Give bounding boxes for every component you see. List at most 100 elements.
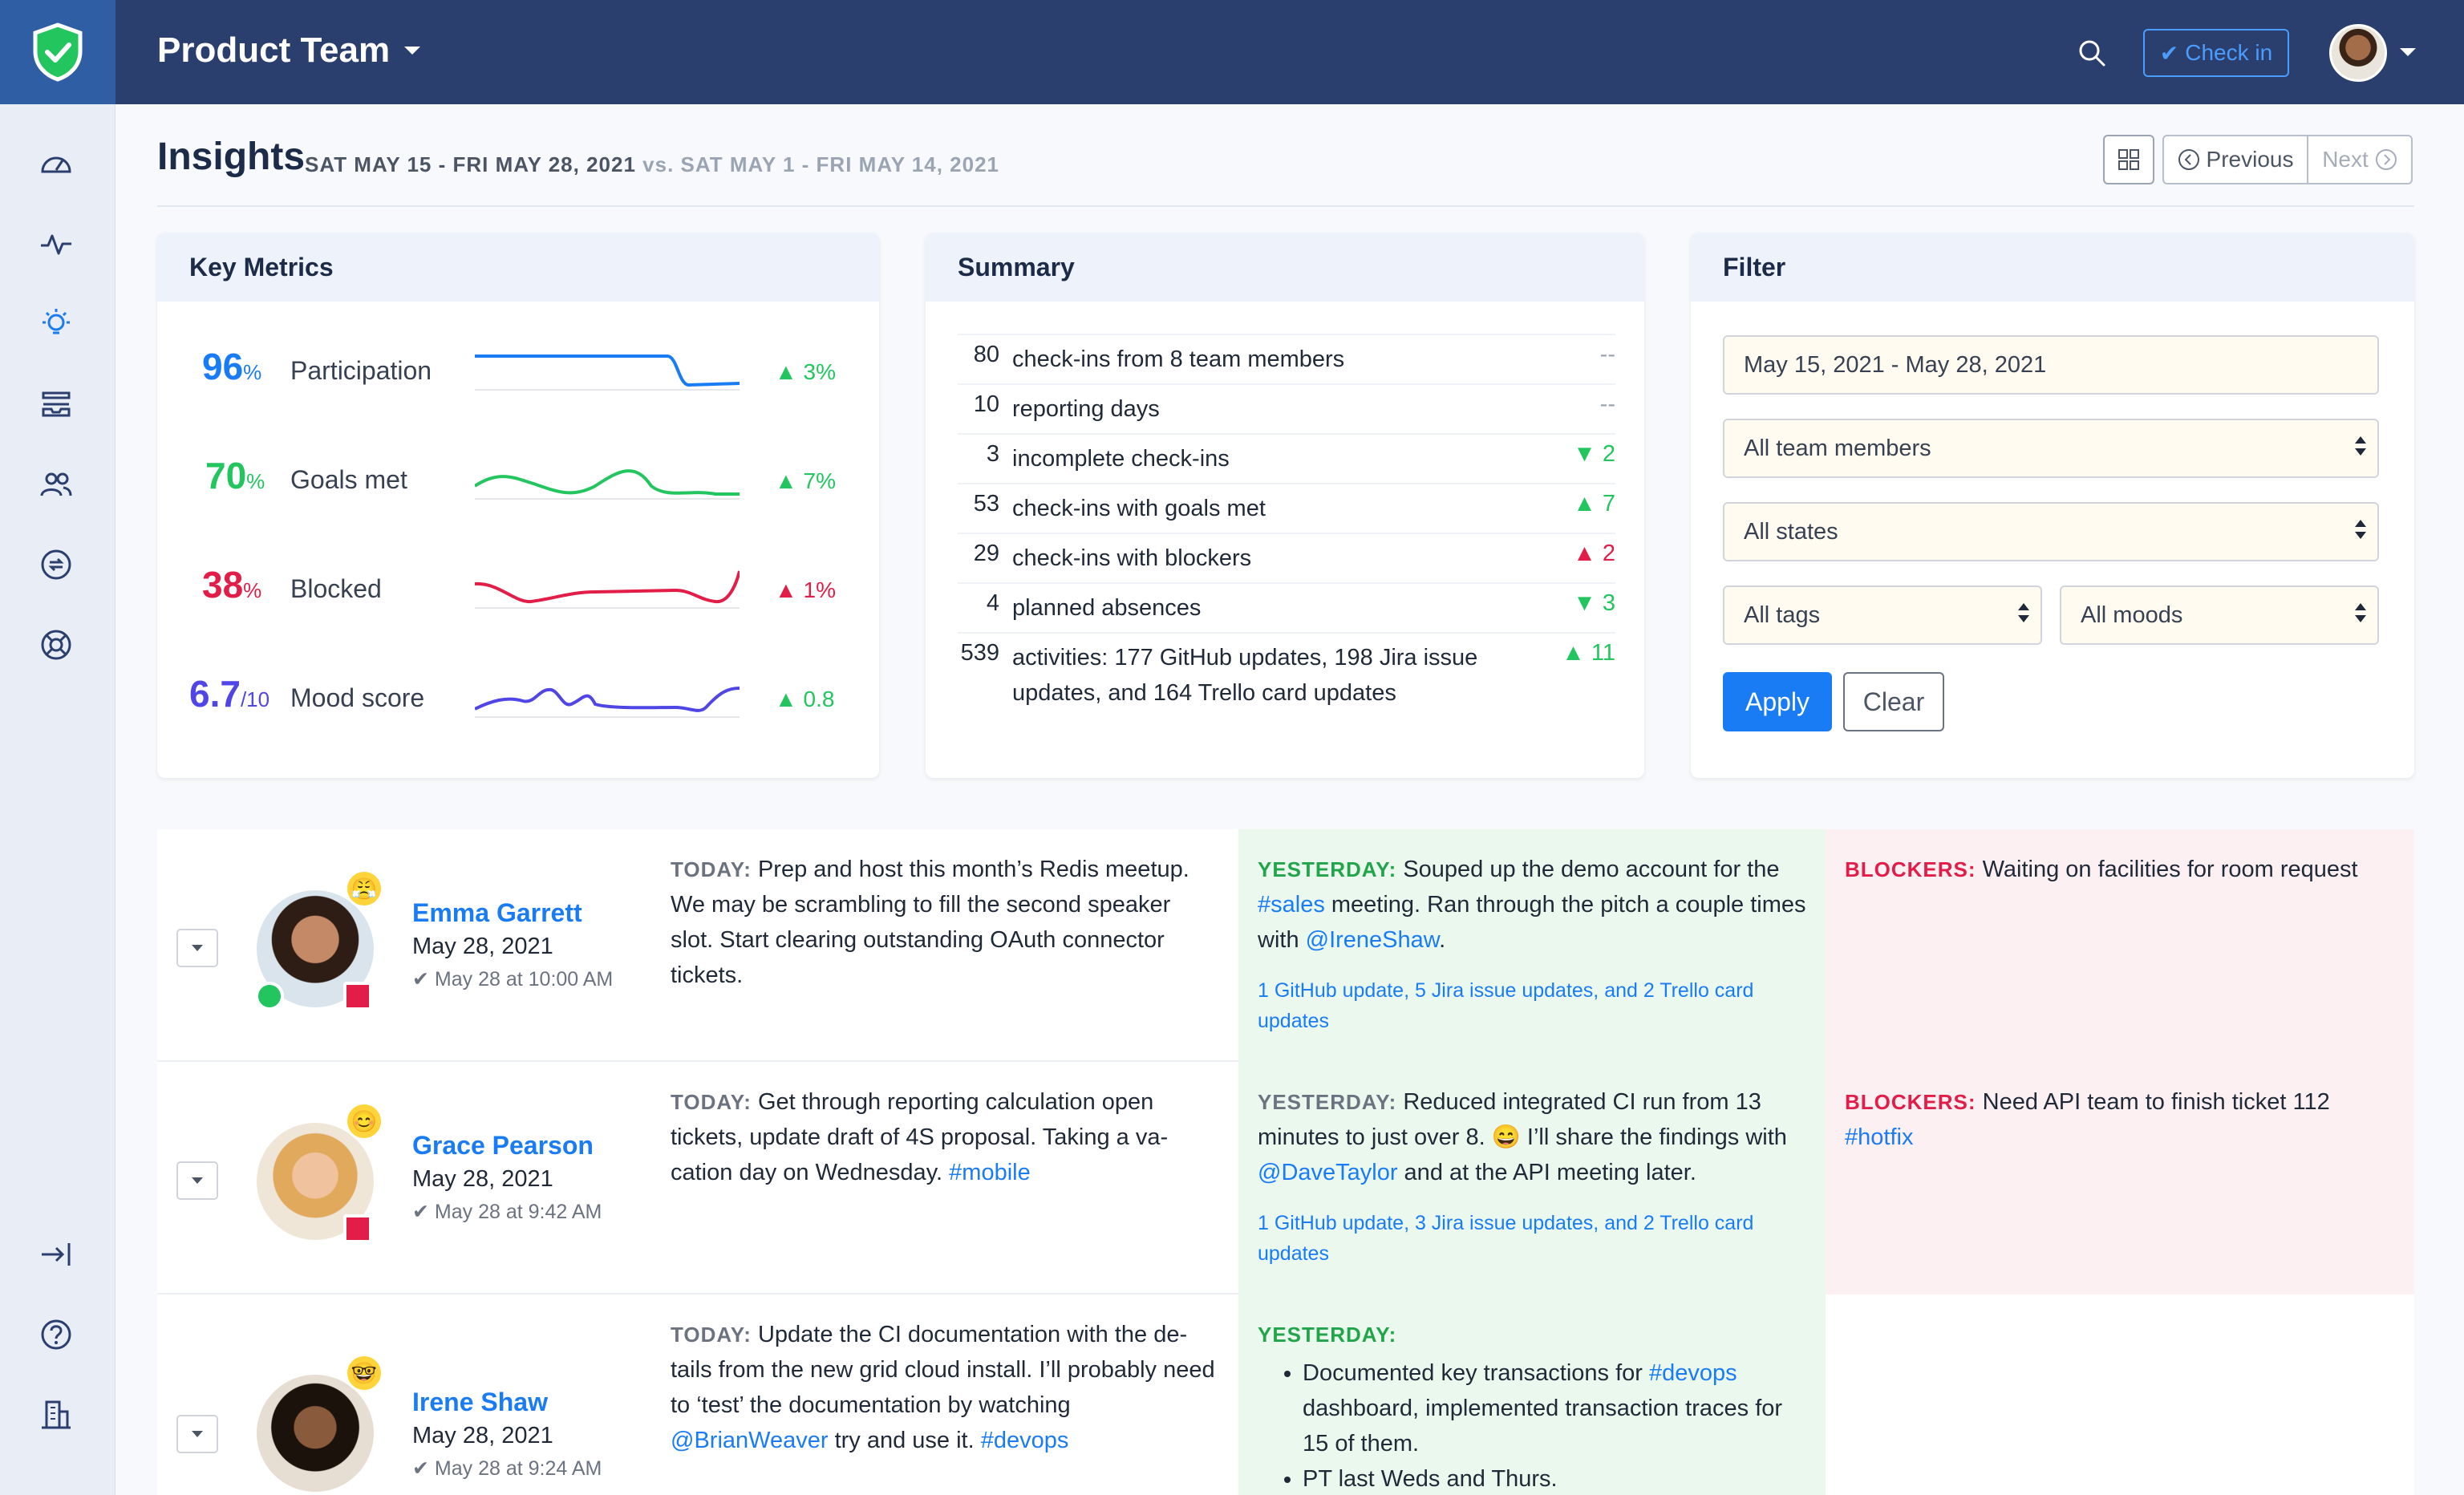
summary-row: 539 activities: 177 GitHub updates, 198 … [958, 632, 1615, 720]
yesterday-list: Documented key transactions for #devops … [1258, 1355, 1806, 1495]
check-icon: ✔ [2159, 40, 2179, 66]
blockers-section-empty [1826, 1294, 2414, 1495]
yesterday-section: YESTERDAY: Souped up the demo account fo… [1238, 829, 1826, 1062]
mood-score-sparkline [475, 687, 740, 718]
member-name[interactable]: Emma Garrett [412, 898, 582, 928]
grid-view-button[interactable] [2103, 135, 2154, 184]
mood-emoji: 🤓 [345, 1354, 383, 1392]
team-switcher[interactable]: Product Team [157, 30, 421, 71]
metric-participation: 96% Participation ▲ 3% [157, 345, 879, 409]
chevron-down-icon [192, 1177, 203, 1184]
key-metrics-title: Key Metrics [157, 233, 879, 302]
team-users-icon[interactable] [35, 464, 77, 505]
avatar [257, 1375, 374, 1492]
goals-met-sparkline [475, 469, 740, 500]
expand-toggle[interactable] [176, 929, 218, 967]
arrow-right-circle-icon [2375, 149, 2397, 170]
member-name[interactable]: Irene Shaw [412, 1388, 548, 1417]
member-name[interactable]: Grace Pearson [412, 1131, 594, 1161]
tag-link[interactable]: #devops [981, 1428, 1069, 1453]
help-icon[interactable] [35, 1314, 77, 1355]
tag-link[interactable]: #sales [1258, 892, 1325, 918]
participation-sparkline [475, 355, 740, 391]
select-arrows-icon [2018, 603, 2029, 622]
checkin-time: ✔ May 28 at 9:42 AM [412, 1201, 602, 1223]
next-button[interactable]: Next [2308, 136, 2411, 183]
checkin-date: May 28, 2021 [412, 1166, 553, 1192]
sync-icon[interactable] [35, 544, 77, 585]
list-item: PT last Weds and Thurs. [1303, 1461, 1806, 1495]
chevron-down-icon[interactable] [2400, 48, 2416, 56]
dashboard-icon[interactable] [35, 143, 77, 184]
chevron-down-icon [404, 47, 421, 55]
checkin-row: 😊 Grace Pearson May 28, 2021 ✔ May 28 at… [157, 1062, 2414, 1294]
activity-summary-link[interactable]: 1 GitHub update, 3 Jira issue updates, a… [1258, 1208, 1806, 1269]
apply-button[interactable]: Apply [1723, 672, 1832, 731]
checkin-date: May 28, 2021 [412, 934, 553, 959]
summary-row: 3 incomplete check-ins ▼ 2 [958, 433, 1615, 483]
header-divider [157, 205, 2414, 207]
checkin-list: 😤 Emma Garrett May 28, 2021 ✔ May 28 at … [157, 829, 2414, 1495]
activity-icon[interactable] [35, 223, 77, 265]
team-name: Product Team [157, 30, 391, 70]
check-icon: ✔ [412, 1201, 435, 1223]
check-in-button[interactable]: ✔ Check in [2143, 29, 2289, 77]
yesterday-section: YESTERDAY: Reduced integrated CI run fro… [1238, 1062, 1826, 1294]
checkin-row: 😤 Emma Garrett May 28, 2021 ✔ May 28 at … [157, 829, 2414, 1062]
select-arrows-icon [2355, 603, 2366, 622]
clear-button[interactable]: Clear [1843, 672, 1944, 731]
team-members-select[interactable]: All team members [1723, 419, 2379, 478]
mood-emoji: 😊 [345, 1102, 383, 1140]
today-section: TODAY: Prep and host this month’s Redis … [671, 857, 1189, 988]
checkin-row: 🤓 Irene Shaw May 28, 2021 ✔ May 28 at 9:… [157, 1294, 2414, 1495]
filter-title: Filter [1691, 233, 2414, 302]
app-logo[interactable] [0, 0, 116, 104]
sidebar [0, 104, 116, 1495]
chevron-down-icon [192, 945, 203, 951]
list-item: Documented key transactions for #devops … [1303, 1355, 1806, 1461]
activity-summary-link[interactable]: 1 GitHub update, 5 Jira issue updates, a… [1258, 975, 1806, 1036]
collapse-sidebar-icon[interactable] [35, 1234, 77, 1275]
date-range-input[interactable]: May 15, 2021 - May 28, 2021 [1723, 335, 2379, 395]
yesterday-section: YESTERDAY: Documented key transactions f… [1238, 1294, 1826, 1495]
summary-row: 80 check-ins from 8 team members -- [958, 334, 1615, 383]
previous-button[interactable]: Previous [2164, 136, 2308, 183]
metric-goals-met: 70% Goals met ▲ 7% [157, 454, 879, 518]
select-arrows-icon [2355, 520, 2366, 539]
organization-building-icon[interactable] [35, 1394, 77, 1436]
check-icon: ✔ [412, 1457, 435, 1480]
shield-check-icon [33, 22, 83, 82]
user-avatar[interactable] [2329, 24, 2387, 82]
insights-bulb-icon[interactable] [35, 303, 77, 345]
search-icon[interactable] [2076, 37, 2108, 69]
metric-blocked: 38% Blocked ▲ 1% [157, 563, 879, 627]
states-select[interactable]: All states [1723, 502, 2379, 561]
arrow-left-circle-icon [2178, 149, 2199, 170]
tag-link[interactable]: #hotfix [1845, 1124, 1913, 1150]
grid-icon [2118, 149, 2139, 170]
tags-select[interactable]: All tags [1723, 585, 2042, 645]
filter-card: Filter May 15, 2021 - May 28, 2021 All t… [1691, 233, 2414, 778]
expand-toggle[interactable] [176, 1161, 218, 1200]
chevron-down-icon [192, 1431, 203, 1437]
checkin-date: May 28, 2021 [412, 1423, 553, 1448]
checkin-time: ✔ May 28 at 9:24 AM [412, 1457, 602, 1480]
mention-link[interactable]: @BrianWeaver [671, 1428, 829, 1453]
check-icon: ✔ [412, 968, 435, 991]
mood-emoji: 😤 [345, 869, 383, 908]
expand-toggle[interactable] [176, 1415, 218, 1453]
top-bar: Product Team ✔ Check in [0, 0, 2464, 104]
summary-title: Summary [926, 233, 1644, 302]
blocker-status-icon [343, 982, 372, 1011]
summary-row: 53 check-ins with goals met ▲ 7 [958, 483, 1615, 533]
mention-link[interactable]: @IreneShaw [1306, 927, 1439, 953]
goals-met-status-icon [255, 982, 284, 1011]
inbox-stack-icon[interactable] [35, 383, 77, 425]
support-lifebuoy-icon[interactable] [35, 624, 77, 666]
tag-link[interactable]: #devops [1649, 1360, 1737, 1386]
tag-link[interactable]: #mobile [949, 1160, 1031, 1185]
mention-link[interactable]: @DaveTaylor [1258, 1160, 1398, 1185]
moods-select[interactable]: All moods [2060, 585, 2379, 645]
metric-mood-score: 6.7/10 Mood score ▲ 0.8 [157, 672, 879, 736]
summary-card: Summary 80 check-ins from 8 team members… [926, 233, 1644, 778]
